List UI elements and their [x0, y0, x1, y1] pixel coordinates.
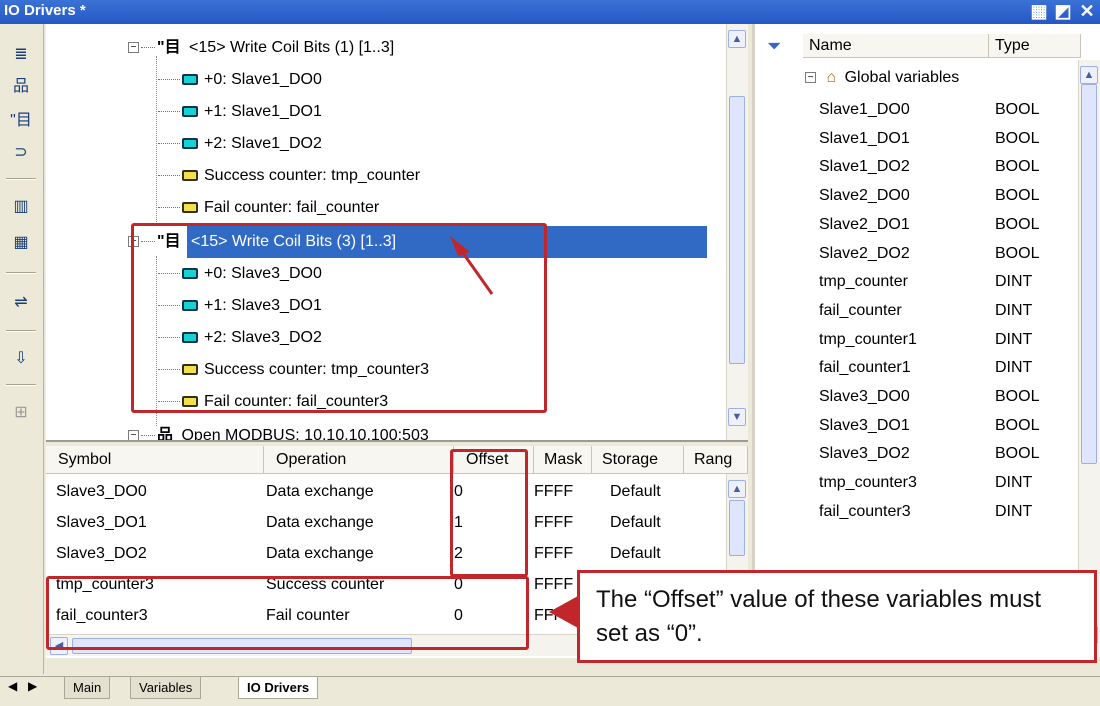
arrow-to-coil-head: [450, 236, 470, 256]
annotation-callout: The “Offset” value of these variables mu…: [577, 570, 1097, 663]
callout-pointer: [549, 596, 578, 628]
